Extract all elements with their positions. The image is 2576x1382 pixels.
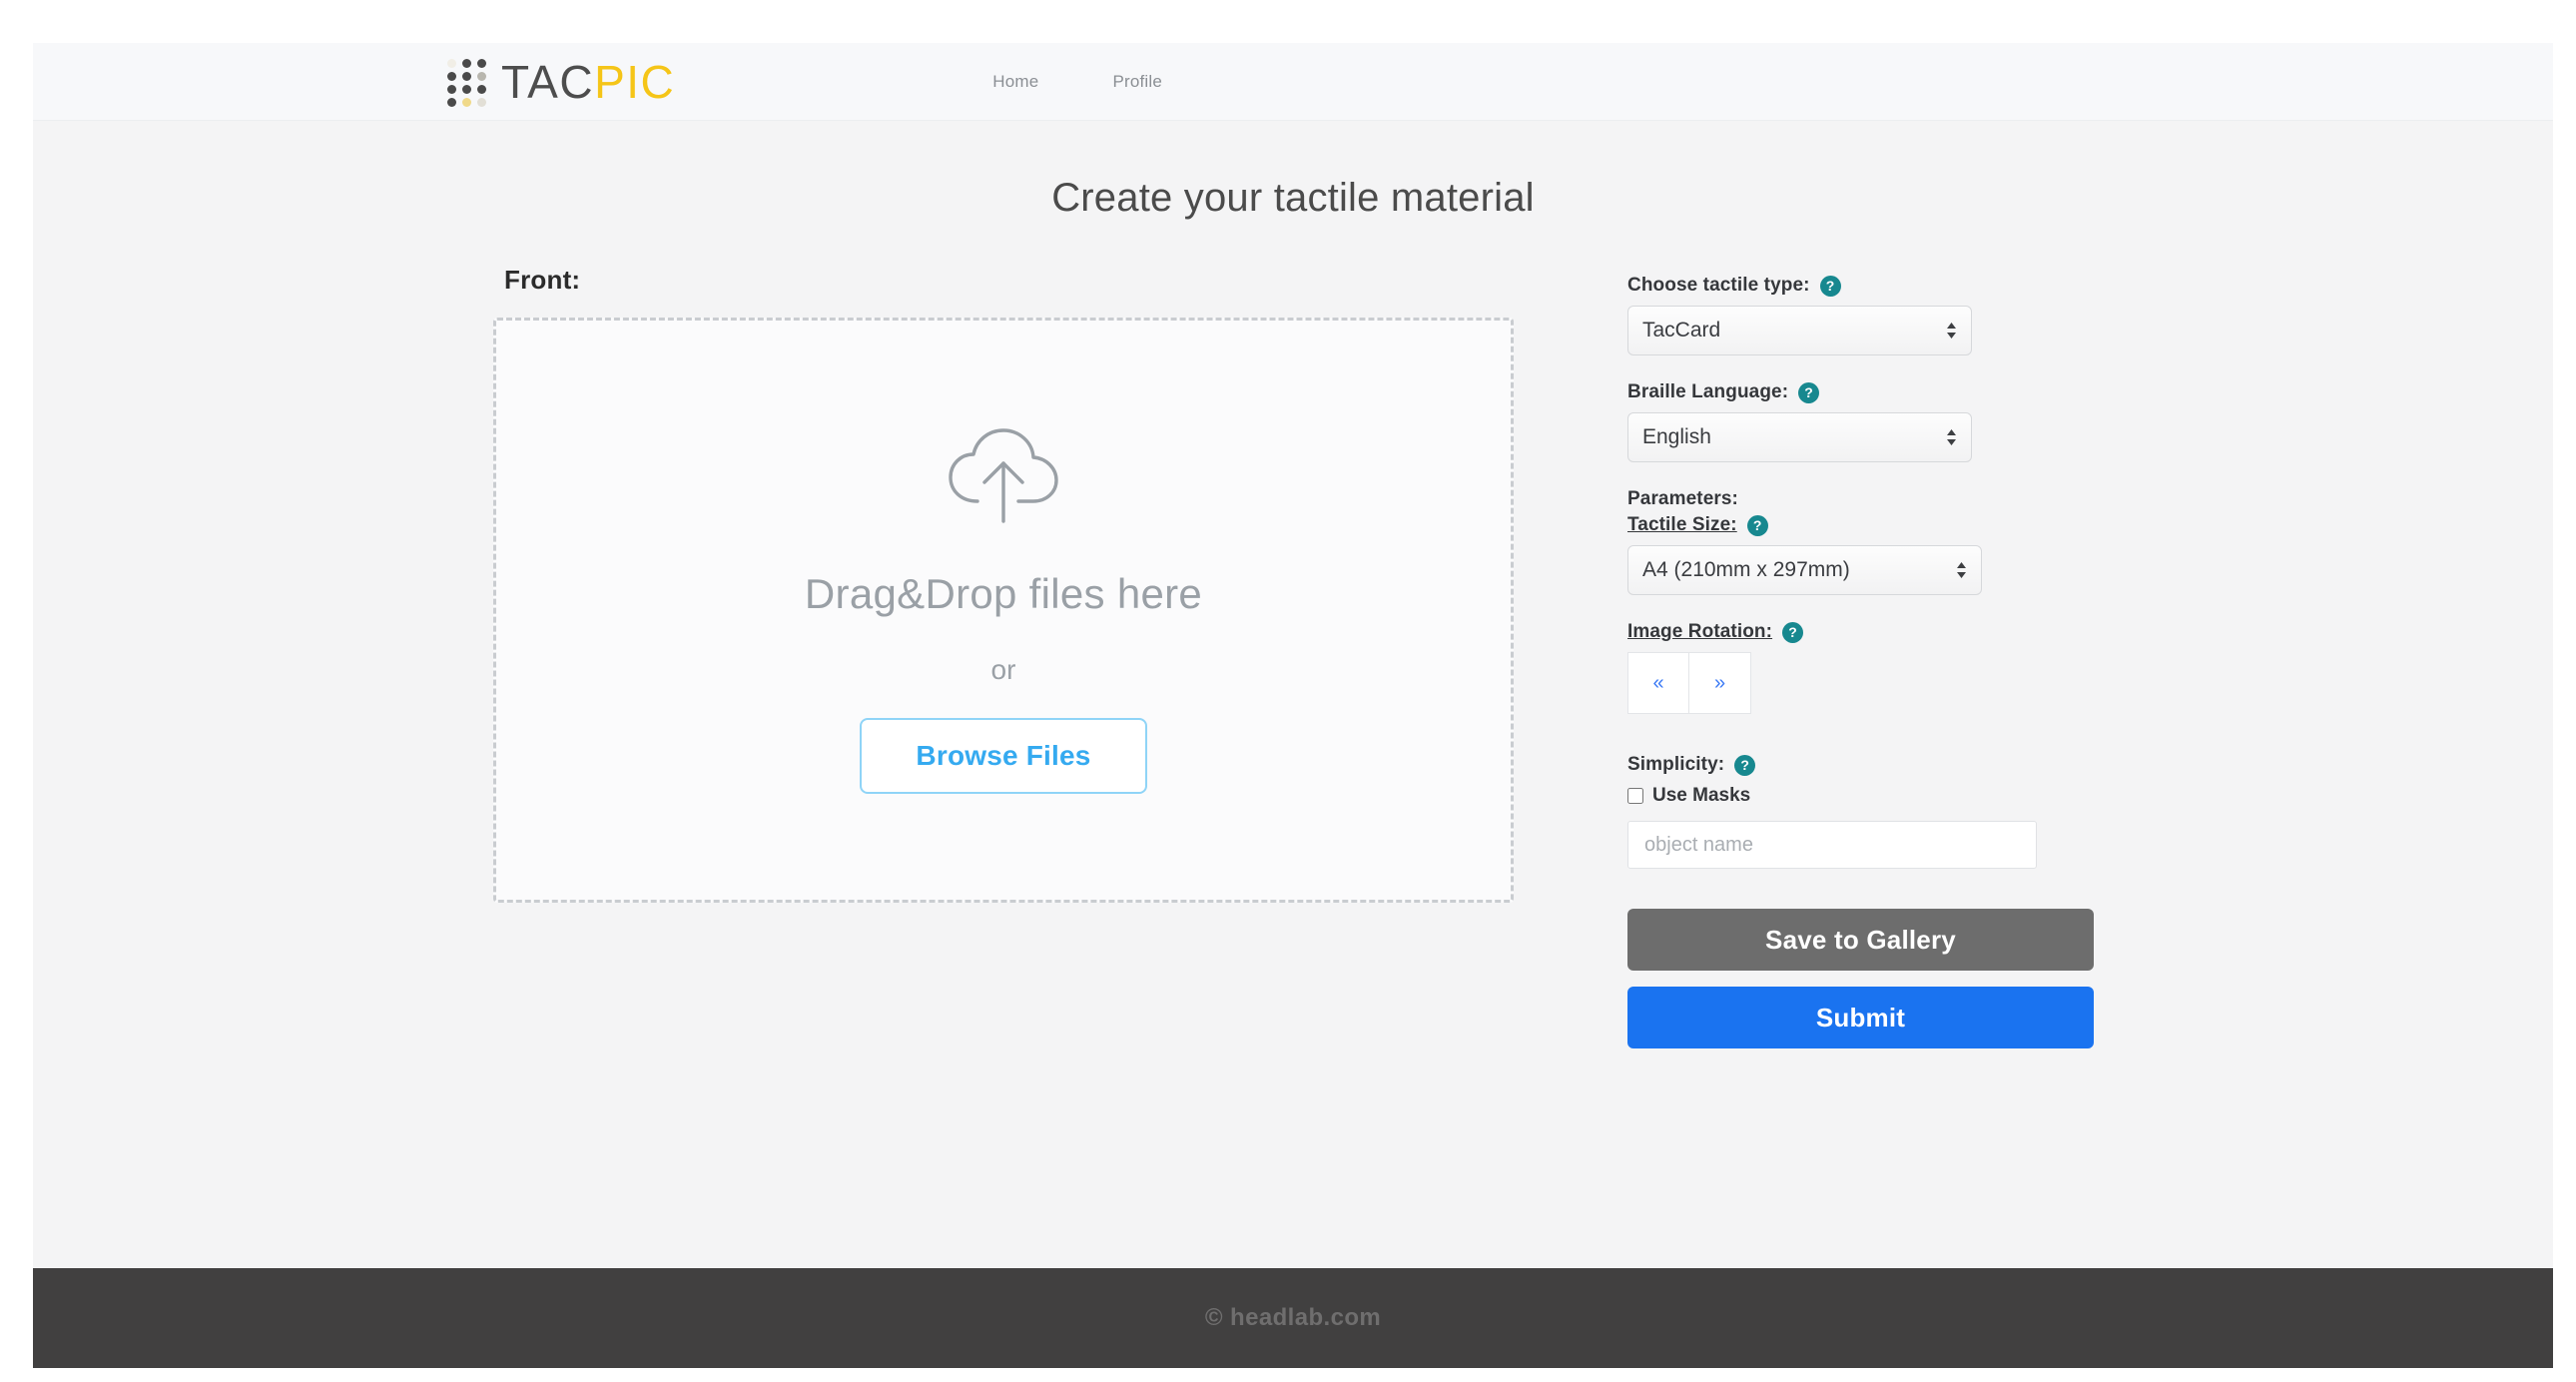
braille-language-select[interactable]: English — [1627, 412, 1972, 462]
chevron-updown-icon — [1946, 322, 1957, 340]
brand-text-pic: PIC — [594, 55, 676, 108]
image-rotation-label: Image Rotation: ? — [1627, 621, 2107, 643]
chevron-updown-icon — [1956, 561, 1967, 579]
braille-language-label: Braille Language: ? — [1627, 381, 2107, 403]
tactile-size-select[interactable]: A4 (210mm x 297mm) — [1627, 545, 1982, 595]
chevron-updown-icon — [1946, 428, 1957, 446]
upload-column: Front: Drag&Drop files here or Browse Fi… — [479, 265, 1538, 903]
brand-logo[interactable]: TACPIC — [447, 57, 675, 107]
brand-wordmark: TACPIC — [501, 59, 675, 105]
help-icon-image-rotation[interactable]: ? — [1782, 621, 1804, 643]
settings-column: Choose tactile type: ? TacCard Braille L… — [1627, 265, 2107, 1048]
nav-link-profile[interactable]: Profile — [1112, 72, 1162, 92]
footer-copyright: © headlab.com — [1204, 1304, 1382, 1331]
use-masks-label: Use Masks — [1652, 785, 1751, 806]
content-row: Front: Drag&Drop files here or Browse Fi… — [33, 221, 2553, 1048]
braille-language-value: English — [1642, 425, 1711, 448]
parameters-heading: Parameters: — [1627, 488, 2107, 510]
tactile-type-label-text: Choose tactile type: — [1627, 275, 1810, 296]
help-icon-tactile-size[interactable]: ? — [1746, 514, 1768, 536]
front-side-label: Front: — [504, 265, 581, 295]
rotate-right-button[interactable]: » — [1689, 652, 1751, 714]
dropzone-or-text: or — [990, 653, 1016, 685]
page-title: Create your tactile material — [1051, 176, 1535, 220]
tactile-type-value: TacCard — [1642, 319, 1721, 342]
tactile-size-value: A4 (210mm x 297mm) — [1642, 558, 1850, 581]
braille-language-label-text: Braille Language: — [1627, 381, 1789, 402]
help-icon-braille-language[interactable]: ? — [1798, 381, 1820, 403]
help-icon-simplicity[interactable]: ? — [1734, 754, 1756, 776]
site-footer: © headlab.com — [33, 1268, 2553, 1368]
help-icon-tactile-type[interactable]: ? — [1819, 275, 1841, 297]
tactile-type-select[interactable]: TacCard — [1627, 306, 1972, 355]
brand-text-tac: TAC — [501, 55, 595, 108]
dropzone-main-text: Drag&Drop files here — [804, 569, 1203, 617]
file-dropzone[interactable]: Drag&Drop files here or Browse Files — [493, 318, 1514, 903]
image-rotation-buttons: « » — [1627, 652, 2107, 714]
rotate-left-button[interactable]: « — [1627, 652, 1689, 714]
parameters-heading-text: Parameters: — [1627, 488, 1738, 509]
site-header: TACPIC Home Profile — [33, 43, 2553, 121]
image-rotation-label-text: Image Rotation: — [1627, 621, 1773, 642]
nav-link-home[interactable]: Home — [992, 72, 1038, 92]
tactile-size-label: Tactile Size: ? — [1627, 514, 2107, 536]
tactile-size-label-text: Tactile Size: — [1627, 514, 1737, 535]
tactile-type-label: Choose tactile type: ? — [1627, 275, 2107, 297]
app-page: TACPIC Home Profile Create your tactile … — [33, 43, 2553, 1368]
page-body: Create your tactile material Front: Drag… — [33, 121, 2553, 1268]
use-masks-checkbox[interactable] — [1627, 788, 1643, 804]
browse-files-button[interactable]: Browse Files — [860, 717, 1147, 794]
cloud-upload-icon — [945, 427, 1062, 528]
use-masks-row: Use Masks — [1627, 785, 2107, 807]
save-to-gallery-button[interactable]: Save to Gallery — [1627, 909, 2094, 971]
object-name-input[interactable] — [1627, 821, 2037, 869]
simplicity-label-text: Simplicity: — [1627, 754, 1725, 775]
main-nav: Home Profile — [992, 72, 1162, 92]
submit-button[interactable]: Submit — [1627, 987, 2094, 1048]
braille-dots-icon — [447, 58, 487, 107]
simplicity-label: Simplicity: ? — [1627, 754, 2107, 776]
